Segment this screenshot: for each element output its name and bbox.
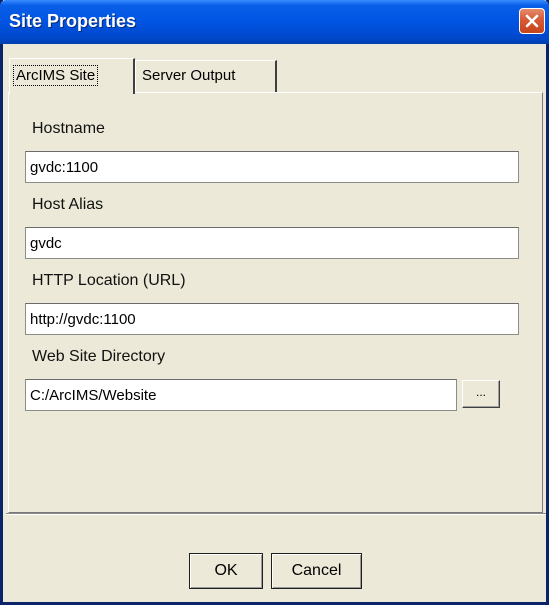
tab-label: ArcIMS Site <box>13 65 99 86</box>
host-alias-label: Host Alias <box>32 196 104 213</box>
title-bar[interactable]: Site Properties <box>0 0 549 44</box>
hostname-label: Hostname <box>32 120 105 137</box>
close-button[interactable] <box>519 8 545 34</box>
window-title: Site Properties <box>9 11 137 31</box>
web-site-directory-label: Web Site Directory <box>32 348 166 365</box>
tab-arcims-site[interactable]: ArcIMS Site <box>9 58 135 94</box>
close-icon <box>525 14 539 28</box>
hostname-input[interactable]: gvdc:1100 <box>25 151 519 183</box>
ok-button[interactable]: OK <box>189 553 263 589</box>
browse-button[interactable]: ... <box>462 380 500 408</box>
cancel-button[interactable]: Cancel <box>271 553 362 589</box>
tab-label: Server Output <box>142 67 236 84</box>
http-location-input[interactable]: http://gvdc:1100 <box>25 303 519 335</box>
host-alias-input[interactable]: gvdc <box>25 227 519 259</box>
tab-server-output[interactable]: Server Output <box>135 60 277 92</box>
http-location-label: HTTP Location (URL) <box>32 272 186 289</box>
site-properties-dialog: Site Properties ArcIMS Site Server Outpu… <box>0 0 549 605</box>
web-site-directory-input[interactable]: C:/ArcIMS/Website <box>25 379 457 411</box>
separator <box>6 513 546 515</box>
